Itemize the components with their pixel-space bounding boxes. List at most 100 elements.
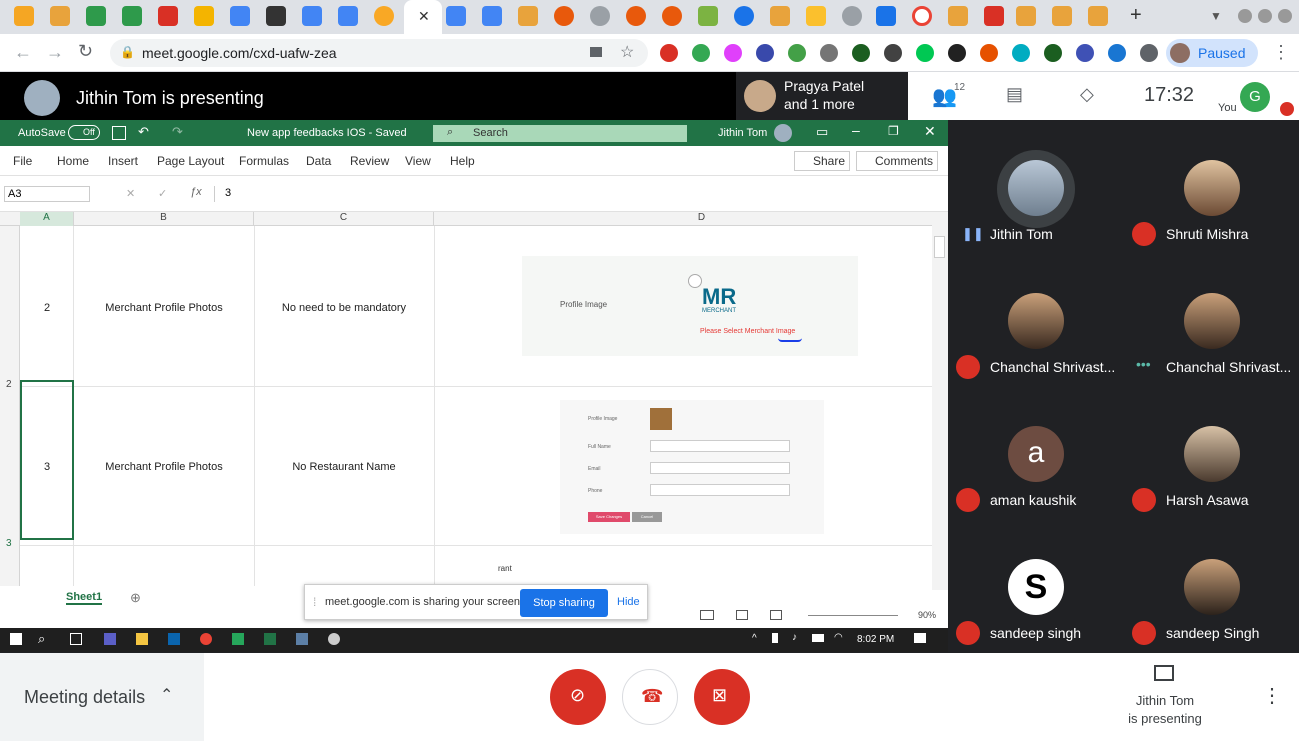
tab-icon[interactable] bbox=[14, 6, 34, 26]
drag-handle-icon[interactable]: ⁞ bbox=[313, 595, 316, 609]
menu-home[interactable]: Home bbox=[57, 154, 89, 168]
menu-data[interactable]: Data bbox=[306, 154, 331, 168]
cell-a3[interactable]: 3 bbox=[20, 461, 74, 473]
more-dots-icon[interactable]: ••• bbox=[1136, 356, 1151, 372]
tab-icon[interactable] bbox=[374, 6, 394, 26]
restore-icon[interactable]: ❐ bbox=[888, 124, 899, 138]
extension-icon[interactable] bbox=[692, 44, 710, 62]
task-view-icon[interactable] bbox=[70, 633, 82, 645]
tab-icon[interactable] bbox=[194, 6, 214, 26]
volume-icon[interactable]: ♪ bbox=[792, 632, 797, 643]
tab-icon[interactable] bbox=[446, 6, 466, 26]
app-icon[interactable] bbox=[328, 633, 340, 645]
menu-insert[interactable]: Insert bbox=[108, 154, 138, 168]
tab-icon[interactable] bbox=[1088, 6, 1108, 26]
menu-review[interactable]: Review bbox=[350, 154, 389, 168]
outlook-icon[interactable] bbox=[168, 633, 180, 645]
document-title[interactable]: New app feedbacks IOS - Saved bbox=[247, 127, 407, 139]
cell-b2[interactable]: Merchant Profile Photos bbox=[74, 302, 254, 314]
search-icon[interactable]: ⌕ bbox=[38, 631, 45, 647]
teams-icon[interactable] bbox=[104, 633, 116, 645]
embedded-screenshot-profile-image[interactable]: Profile Image MR MERCHANT Please Select … bbox=[522, 256, 858, 356]
windows-start-icon[interactable] bbox=[10, 633, 22, 645]
column-header-d[interactable]: D bbox=[434, 212, 970, 226]
tab-icon[interactable] bbox=[698, 6, 718, 26]
extension-icon[interactable] bbox=[1076, 44, 1094, 62]
extension-icon[interactable] bbox=[948, 44, 966, 62]
meeting-details-button[interactable]: Meeting details ⌃ bbox=[0, 653, 204, 741]
function-icon[interactable]: ƒx bbox=[190, 186, 202, 198]
maximize-icon[interactable] bbox=[1258, 9, 1272, 23]
extension-icon[interactable] bbox=[788, 44, 806, 62]
tab-icon[interactable] bbox=[662, 6, 682, 26]
kebab-menu-icon[interactable]: ⋮ bbox=[1272, 42, 1290, 63]
tab-icon[interactable] bbox=[158, 6, 178, 26]
tab-icon[interactable] bbox=[734, 6, 754, 26]
menu-help[interactable]: Help bbox=[450, 154, 475, 168]
minimize-icon[interactable] bbox=[1238, 9, 1252, 23]
tab-icon[interactable] bbox=[122, 6, 142, 26]
cell-c2[interactable]: No need to be mandatory bbox=[254, 302, 434, 314]
more-options-icon[interactable]: ⋮ bbox=[1262, 683, 1282, 708]
formula-input[interactable]: 3 bbox=[214, 186, 944, 202]
battery-icon[interactable] bbox=[812, 634, 824, 642]
tab-icon[interactable] bbox=[912, 6, 932, 26]
profile-button[interactable]: Paused bbox=[1166, 39, 1258, 67]
reload-icon[interactable]: ↻ bbox=[78, 41, 93, 62]
extension-icon[interactable] bbox=[756, 44, 774, 62]
file-explorer-icon[interactable] bbox=[136, 633, 148, 645]
add-sheet-icon[interactable]: ⊕ bbox=[130, 590, 141, 606]
column-header-a[interactable]: A bbox=[20, 212, 74, 226]
stop-sharing-button[interactable]: Stop sharing bbox=[520, 589, 608, 617]
comments-button[interactable]: Comments bbox=[856, 151, 938, 171]
cancel-icon[interactable]: ✕ bbox=[126, 187, 135, 200]
sheet-tab[interactable]: Sheet1 bbox=[66, 591, 103, 605]
chat-icon[interactable]: ▤ bbox=[1006, 84, 1023, 105]
minimize-icon[interactable]: – bbox=[852, 122, 860, 138]
normal-view-icon[interactable] bbox=[700, 610, 714, 620]
selected-cell-a3[interactable] bbox=[20, 380, 74, 540]
tab-icon[interactable] bbox=[948, 6, 968, 26]
zoom-level[interactable]: 90% bbox=[918, 610, 936, 620]
wifi-icon[interactable]: ◠ bbox=[834, 632, 843, 643]
menu-page-layout[interactable]: Page Layout bbox=[157, 154, 224, 168]
close-tab-icon[interactable]: ✕ bbox=[418, 8, 430, 25]
vertical-scrollbar[interactable] bbox=[932, 212, 948, 592]
page-layout-view-icon[interactable] bbox=[736, 610, 748, 620]
tab-icon[interactable] bbox=[86, 6, 106, 26]
bookmark-star-icon[interactable]: ☆ bbox=[620, 42, 634, 62]
extension-icon[interactable] bbox=[1012, 44, 1030, 62]
presentation-status[interactable]: Jithin Tom is presenting bbox=[1100, 661, 1230, 733]
tray-chevron-icon[interactable]: ^ bbox=[752, 633, 757, 644]
back-icon[interactable]: ← bbox=[14, 42, 32, 63]
extension-icon[interactable] bbox=[724, 44, 742, 62]
leave-call-button[interactable]: ☎ bbox=[622, 669, 678, 725]
row-header-3[interactable]: 3 bbox=[6, 538, 12, 549]
tab-icon[interactable] bbox=[806, 6, 826, 26]
redo-icon[interactable]: ↷ bbox=[172, 124, 183, 140]
tab-icon[interactable] bbox=[626, 6, 646, 26]
ribbon-display-icon[interactable]: ▭ bbox=[816, 124, 828, 140]
extension-icon[interactable] bbox=[1044, 44, 1062, 62]
menu-formulas[interactable]: Formulas bbox=[239, 154, 289, 168]
menu-view[interactable]: View bbox=[405, 154, 431, 168]
extension-icon[interactable] bbox=[980, 44, 998, 62]
tab-icon[interactable] bbox=[554, 6, 574, 26]
camera-icon[interactable] bbox=[590, 47, 602, 57]
tab-icon[interactable] bbox=[876, 6, 896, 26]
row-header-2[interactable]: 2 bbox=[6, 379, 12, 390]
extension-icon[interactable] bbox=[820, 44, 838, 62]
autosave-toggle[interactable]: Off bbox=[68, 125, 100, 140]
tab-icon[interactable] bbox=[482, 6, 502, 26]
column-header-c[interactable]: C bbox=[254, 212, 434, 226]
extension-icon[interactable] bbox=[916, 44, 934, 62]
scroll-thumb[interactable] bbox=[934, 236, 945, 258]
notifications-icon[interactable] bbox=[914, 633, 926, 643]
chrome-icon[interactable] bbox=[200, 633, 212, 645]
tab-icon[interactable] bbox=[770, 6, 790, 26]
camera-toggle-button[interactable]: ⊠ bbox=[694, 669, 750, 725]
extension-icon[interactable] bbox=[660, 44, 678, 62]
excel-taskbar-icon[interactable] bbox=[264, 633, 276, 645]
cell-b3[interactable]: Merchant Profile Photos bbox=[74, 461, 254, 473]
embedded-screenshot-profile-form[interactable]: Profile Image Full Name Email Phone Save… bbox=[560, 400, 824, 534]
